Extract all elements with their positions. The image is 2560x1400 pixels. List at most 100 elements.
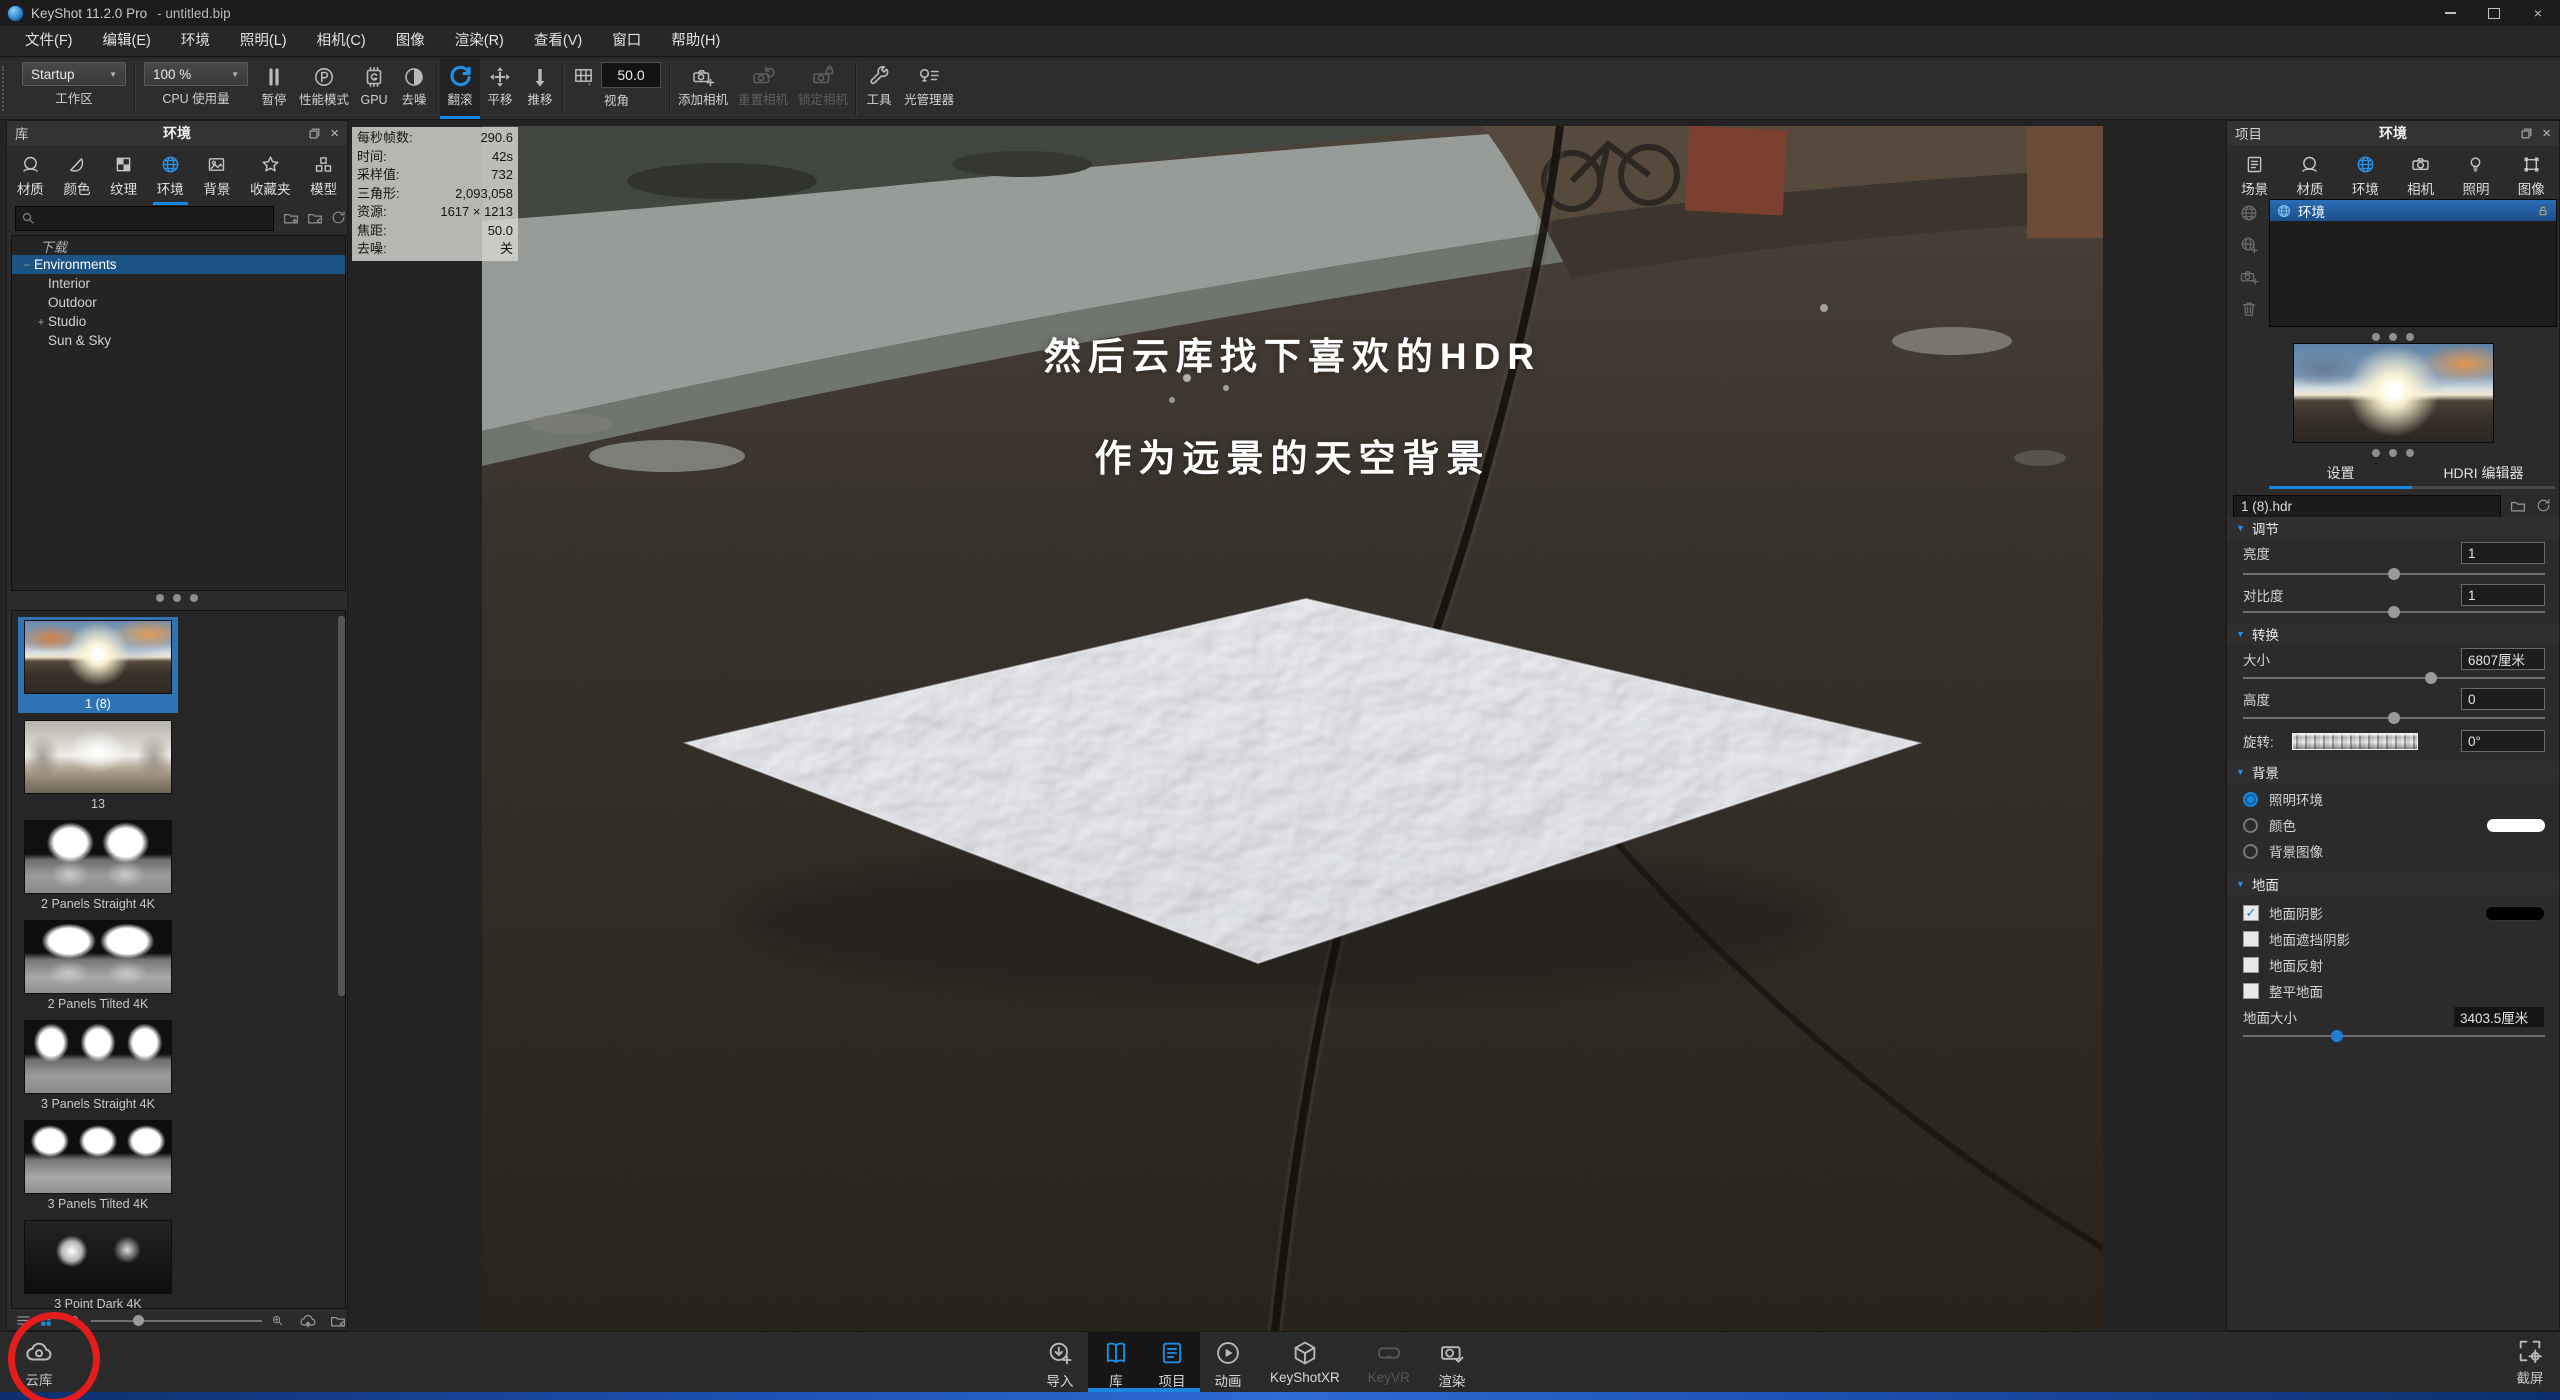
project-tab-environment[interactable]: 环境 <box>2347 151 2383 205</box>
menu-item[interactable]: 查看(V) <box>519 26 597 57</box>
pause-button[interactable]: 暂停 <box>254 58 294 119</box>
fov-input[interactable]: 50.0 <box>601 62 662 88</box>
ground-size-input[interactable]: 3403.5厘米 <box>2453 1006 2545 1028</box>
contrast-input[interactable]: 1 <box>2461 584 2545 606</box>
environment-globe-icon[interactable] <box>2239 203 2259 223</box>
backplate-image-option[interactable]: 背景图像 <box>2243 839 2545 863</box>
thumbnail-grid-scrollbar[interactable] <box>338 616 345 996</box>
import-folder-icon[interactable] <box>306 209 324 227</box>
menu-item[interactable]: 照明(L) <box>225 26 302 57</box>
library-tab-textures[interactable]: 纹理 <box>106 151 141 202</box>
close-panel-icon[interactable]: × <box>330 125 339 142</box>
hdr-pager-dots[interactable] <box>2227 449 2559 457</box>
ground-reflection-option[interactable]: 地面反射 <box>2243 953 2545 977</box>
hdr-preview-image[interactable] <box>2293 343 2494 443</box>
tree-expander[interactable]: − <box>20 258 34 272</box>
checkbox-checked-icon[interactable]: ✓ <box>2243 905 2259 921</box>
environment-thumbnail[interactable]: 3 Panels Tilted 4K <box>18 1117 178 1213</box>
realtime-viewport[interactable]: 然后云库找下喜欢的HDR 作为远景的天空背景 每秒帧数: 290.6 时间: 4… <box>348 120 2226 1331</box>
background-color-swatch[interactable] <box>2487 818 2545 832</box>
radio-selected-icon[interactable] <box>2243 791 2258 807</box>
render-button[interactable]: 渲染 <box>1424 1332 1480 1392</box>
radio-icon[interactable] <box>2243 843 2258 859</box>
background-section-header[interactable]: ▼ 背景 <box>2227 761 2559 783</box>
rotation-wheel[interactable] <box>2291 732 2418 750</box>
library-pagination-dots[interactable] <box>7 594 347 602</box>
screenshot-button[interactable]: 截屏 <box>2516 1337 2544 1387</box>
environment-thumbnail[interactable]: 3 Panels Straight 4K <box>18 1017 178 1113</box>
unlock-icon[interactable] <box>2536 204 2550 218</box>
project-tab-scene[interactable]: 场景 <box>2237 151 2272 202</box>
add-camera-button[interactable]: 添加相机 <box>673 58 733 119</box>
brightness-input[interactable]: 1 <box>2461 542 2545 564</box>
size-slider[interactable] <box>2243 672 2545 684</box>
delete-environment-icon[interactable] <box>2239 299 2259 319</box>
size-knob[interactable] <box>2425 672 2437 684</box>
reset-camera-button[interactable]: 重置相机 <box>733 58 793 119</box>
settings-subtab[interactable]: 设置 <box>2269 461 2412 489</box>
keyvr-button[interactable]: KeyVR <box>1354 1332 1424 1392</box>
adjust-section-header[interactable]: ▼ 调节 <box>2227 517 2559 539</box>
menu-item[interactable]: 编辑(E) <box>88 26 166 57</box>
open-folder-icon[interactable] <box>2509 497 2527 515</box>
lock-camera-button[interactable]: 锁定相机 <box>793 58 853 119</box>
tree-item[interactable]: Interior <box>12 274 345 293</box>
tools-button[interactable]: 工具 <box>859 58 899 119</box>
light-manager-button[interactable]: 光管理器 <box>899 58 959 119</box>
menu-item[interactable]: 帮助(H) <box>656 26 735 57</box>
environment-thumbnail[interactable]: 13 <box>18 717 178 813</box>
ground-size-knob[interactable] <box>2331 1030 2343 1042</box>
undock-panel-icon[interactable] <box>2519 126 2534 141</box>
render-view[interactable]: 然后云库找下喜欢的HDR 作为远景的天空背景 <box>482 126 2103 1331</box>
ground-shadows-option[interactable]: ✓ 地面阴影 <box>2243 901 2545 925</box>
tree-expander[interactable]: + <box>34 315 48 329</box>
height-input[interactable]: 0 <box>2461 688 2545 710</box>
checkbox-icon[interactable] <box>2243 931 2259 947</box>
environment-thumbnail[interactable]: 2 Panels Tilted 4K <box>18 917 178 1013</box>
tumble-button[interactable]: 翻滚 <box>440 58 481 119</box>
cpu-usage-dropdown[interactable]: 100 % ▼ <box>144 62 248 86</box>
project-tab-image[interactable]: 图像 <box>2514 151 2549 202</box>
add-folder-icon[interactable] <box>282 209 300 227</box>
environment-thumbnail[interactable]: 1 (8) <box>18 617 178 713</box>
lighting-environment-option[interactable]: 照明环境 <box>2243 787 2545 811</box>
checkbox-icon[interactable] <box>2243 983 2259 999</box>
zoom-in-icon[interactable] <box>270 1313 285 1328</box>
animation-button[interactable]: 动画 <box>1200 1332 1256 1392</box>
maximize-button[interactable] <box>2472 0 2516 26</box>
project-tab-camera[interactable]: 相机 <box>2403 151 2438 202</box>
project-toggle-button[interactable]: 项目 <box>1144 1332 1200 1392</box>
library-tab-favorites[interactable]: 收藏夹 <box>246 151 295 202</box>
tree-item[interactable]: Outdoor <box>12 293 345 312</box>
denoise-button[interactable]: 去噪 <box>394 58 434 119</box>
pan-button[interactable]: 平移 <box>480 58 520 119</box>
height-slider[interactable] <box>2243 712 2545 724</box>
environment-thumbnail[interactable]: 3 Point Dark 4K <box>18 1217 178 1308</box>
library-tab-models[interactable]: 模型 <box>306 151 341 202</box>
dolly-button[interactable]: 推移 <box>520 58 560 119</box>
environment-pager-dots[interactable] <box>2227 333 2559 341</box>
menu-item[interactable]: 相机(C) <box>302 26 381 57</box>
brightness-slider[interactable] <box>2243 568 2545 580</box>
background-color-option[interactable]: 颜色 <box>2243 813 2545 837</box>
performance-mode-button[interactable]: 性能模式 <box>294 58 354 119</box>
add-camera-environment-icon[interactable] <box>2239 267 2259 287</box>
minimize-button[interactable] <box>2428 0 2472 26</box>
contrast-knob[interactable] <box>2388 606 2400 618</box>
checkbox-icon[interactable] <box>2243 957 2259 973</box>
tree-item[interactable]: + Studio <box>12 312 345 331</box>
export-folder-icon[interactable] <box>329 1312 347 1330</box>
tree-item[interactable]: Sun & Sky <box>12 331 345 350</box>
reload-hdr-icon[interactable] <box>2535 497 2552 515</box>
size-input[interactable]: 6807厘米 <box>2461 648 2545 670</box>
gpu-button[interactable]: GPU <box>354 58 394 119</box>
library-tab-backplates[interactable]: 背景 <box>199 151 234 202</box>
hdr-file-field[interactable]: 1 (8).hdr <box>2233 494 2501 518</box>
menu-item[interactable]: 渲染(R) <box>440 26 519 57</box>
project-tab-material[interactable]: 材质 <box>2292 151 2327 202</box>
thumbnail-size-slider[interactable] <box>91 1314 262 1326</box>
flatten-ground-option[interactable]: 整平地面 <box>2243 979 2545 1003</box>
project-tab-lighting[interactable]: 照明 <box>2458 151 2493 202</box>
ground-occlusion-option[interactable]: 地面遮挡阴影 <box>2243 927 2545 951</box>
menu-item[interactable]: 窗口 <box>597 26 656 57</box>
